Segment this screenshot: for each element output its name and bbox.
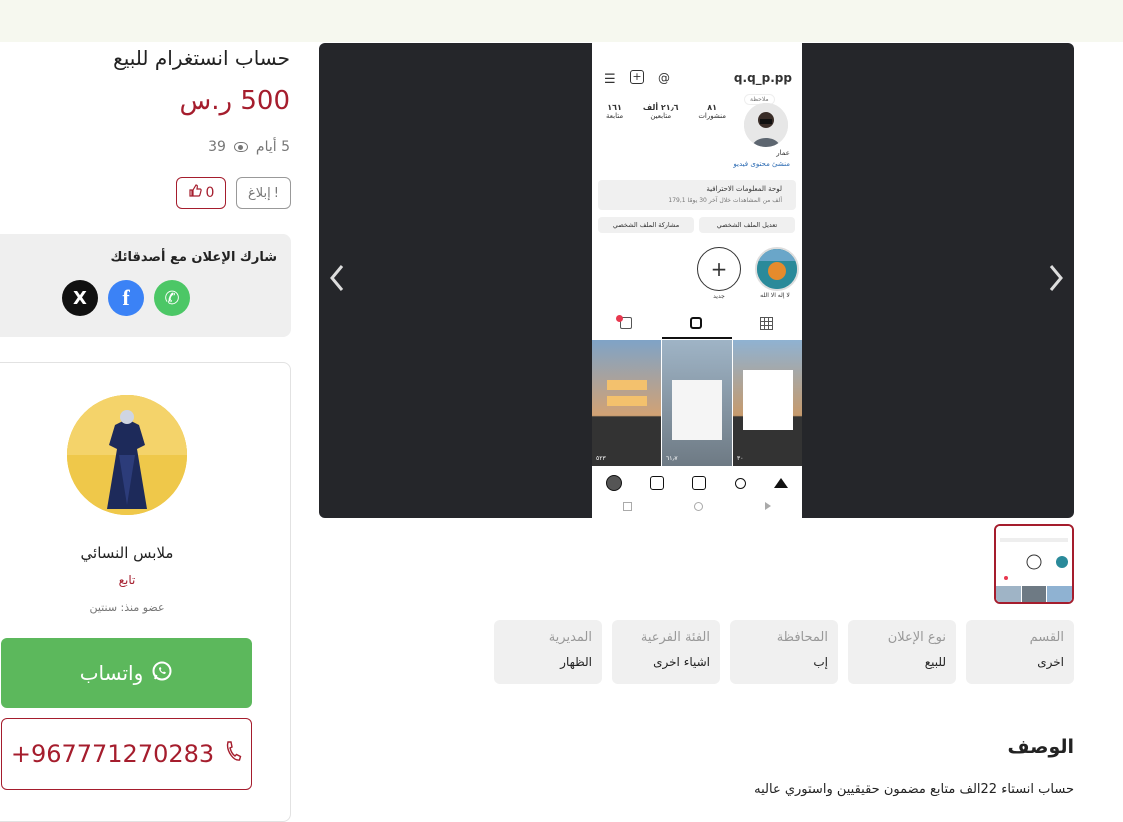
posts-label: منشورات (698, 112, 726, 120)
following-label: متابعة (606, 112, 624, 120)
listing-price: 500 ر.س (179, 86, 290, 116)
follow-link[interactable]: تابع (0, 573, 254, 587)
search-nav-icon (734, 477, 746, 489)
gallery-thumbnail[interactable] (994, 524, 1074, 604)
new-highlight-button: + (697, 247, 741, 291)
following-count: ١٦١ (607, 103, 622, 112)
thumbs-up-icon (188, 184, 202, 202)
seller-avatar[interactable] (67, 395, 187, 515)
reels-nav-icon (650, 476, 665, 490)
android-nav-bar (592, 498, 802, 514)
detail-value: للبيع (924, 655, 946, 669)
listing-image[interactable]: ☰ + @ q.q_p.pp ١٦١ متابعة ٢١٫٦ ألف متابع… (592, 43, 802, 518)
detail-value: اخرى (1037, 655, 1064, 669)
home-nav-icon (773, 478, 788, 488)
member-since: عضو منذ: سنتين (89, 601, 165, 614)
like-count: 0 (205, 185, 215, 201)
dashboard-title: لوحة المعلومات الاحترافية (706, 185, 782, 193)
facebook-share-icon[interactable]: f (108, 280, 144, 316)
menu-icon: ☰ (604, 72, 616, 87)
share-box: شارك الإعلان مع أصدقائك X f ✆ (0, 234, 291, 337)
reel-thumbnail-1: ٥٢٣ (592, 340, 661, 466)
description-title: الوصف (1007, 736, 1074, 758)
instagram-bottom-nav (592, 471, 802, 495)
detail-card-governorate: المحافظة إب (730, 620, 838, 684)
status-bar (592, 43, 802, 71)
followers-stat: ٢١٫٦ ألف متابعين (643, 103, 679, 120)
detail-label: نوع الإعلان (887, 630, 946, 645)
profile-stats: ١٦١ متابعة ٢١٫٦ ألف متابعين ٨١ منشورات (606, 103, 726, 120)
detail-label: المحافظة (776, 630, 828, 645)
profile-username: q.q_p.pp (733, 71, 792, 85)
detail-card-district: المديرية الظهار (494, 620, 602, 684)
like-button[interactable]: 0 (176, 177, 226, 209)
eye-icon (233, 142, 248, 152)
back-button-icon (765, 502, 771, 510)
reel-3-views: ٣٠ (737, 455, 744, 462)
profile-nav-icon (606, 475, 623, 491)
reels-tab-icon (690, 317, 702, 329)
next-image-arrow-icon[interactable] (1046, 263, 1066, 293)
image-gallery: ☰ + @ q.q_p.pp ١٦١ متابعة ٢١٫٦ ألف متابع… (319, 43, 1074, 518)
detail-value: الظهار (560, 655, 592, 669)
threads-icon: @ (658, 71, 670, 85)
professional-dashboard: لوحة المعلومات الاحترافية 179,1 ألف من ا… (598, 180, 796, 210)
reel-1-views: ٥٢٣ (596, 455, 606, 462)
edit-profile-button: تعديل الملف الشخصي (699, 217, 795, 233)
detail-value: اشياء اخرى (653, 655, 710, 669)
phone-icon (224, 740, 242, 768)
share-icons: X f ✆ (62, 280, 190, 316)
whatsapp-button-label: واتساب (79, 661, 144, 685)
share-title: شارك الإعلان مع أصدقائك (110, 250, 277, 265)
detail-label: المديرية (548, 630, 592, 645)
following-stat: ١٦١ متابعة (606, 103, 623, 120)
profile-avatar (744, 103, 788, 147)
detail-card-ad-type: نوع الإعلان للبيع (848, 620, 956, 684)
detail-label: الفئة الفرعية (640, 630, 710, 645)
top-bar (0, 0, 1123, 42)
profile-display-name: عمار (776, 149, 790, 157)
notification-dot (616, 315, 623, 322)
highlight-name: لا إله الا الله (760, 292, 790, 299)
followers-label: متابعين (650, 112, 672, 120)
alert-icon: ! (273, 185, 279, 201)
phone-button[interactable]: +967771270283 (1, 718, 252, 790)
whatsapp-share-icon[interactable]: ✆ (154, 280, 190, 316)
reel-thumbnail-2: ٦١٫٧ (662, 340, 732, 466)
detail-label: القسم (1029, 630, 1064, 645)
recent-apps-icon (623, 501, 632, 511)
dashboard-subtitle: 179,1 ألف من المشاهدات خلال آخر 30 يومًا (668, 197, 782, 204)
detail-card-category: القسم اخرى (966, 620, 1074, 684)
phone-number: +967771270283 (10, 740, 215, 768)
detail-card-subcategory: الفئة الفرعية اشياء اخرى (612, 620, 720, 684)
grid-tab-icon (760, 317, 773, 330)
active-tab-underline (662, 337, 732, 339)
seller-name[interactable]: ملابس النسائي (0, 544, 254, 562)
new-highlight-label: جديد (713, 293, 725, 300)
home-button-icon (694, 501, 703, 511)
whatsapp-icon (151, 660, 173, 687)
reel-2-views: ٦١٫٧ (666, 455, 678, 462)
listing-views: 39 (208, 139, 226, 155)
reel-thumbnail-3: ٣٠ (733, 340, 802, 466)
share-profile-button: مشاركة الملف الشخصي (598, 217, 694, 233)
report-button[interactable]: إبلاغ ! (236, 177, 291, 209)
profile-bio-link: منشئ محتوى فيديو (733, 160, 790, 168)
detail-value: إب (813, 655, 828, 669)
listing-age: 5 أيام (255, 139, 290, 155)
create-nav-icon (692, 476, 707, 490)
whatsapp-button[interactable]: واتساب (1, 638, 252, 708)
previous-image-arrow-icon[interactable] (327, 263, 347, 293)
add-icon: + (630, 70, 644, 84)
posts-count: ٨١ (707, 103, 718, 112)
followers-count: ٢١٫٦ ألف (642, 103, 679, 112)
description-text: حساب انستاء 22الف متابع مضمون حقيقيين وا… (754, 782, 1074, 797)
x-share-icon[interactable]: X (62, 280, 98, 316)
listing-meta: 5 أيام 39 (208, 139, 290, 155)
report-label: إبلاغ (248, 185, 271, 201)
highlight-thumbnail (755, 247, 799, 291)
posts-stat: ٨١ منشورات (698, 103, 726, 120)
listing-title: حساب انستغرام للبيع (113, 46, 290, 70)
